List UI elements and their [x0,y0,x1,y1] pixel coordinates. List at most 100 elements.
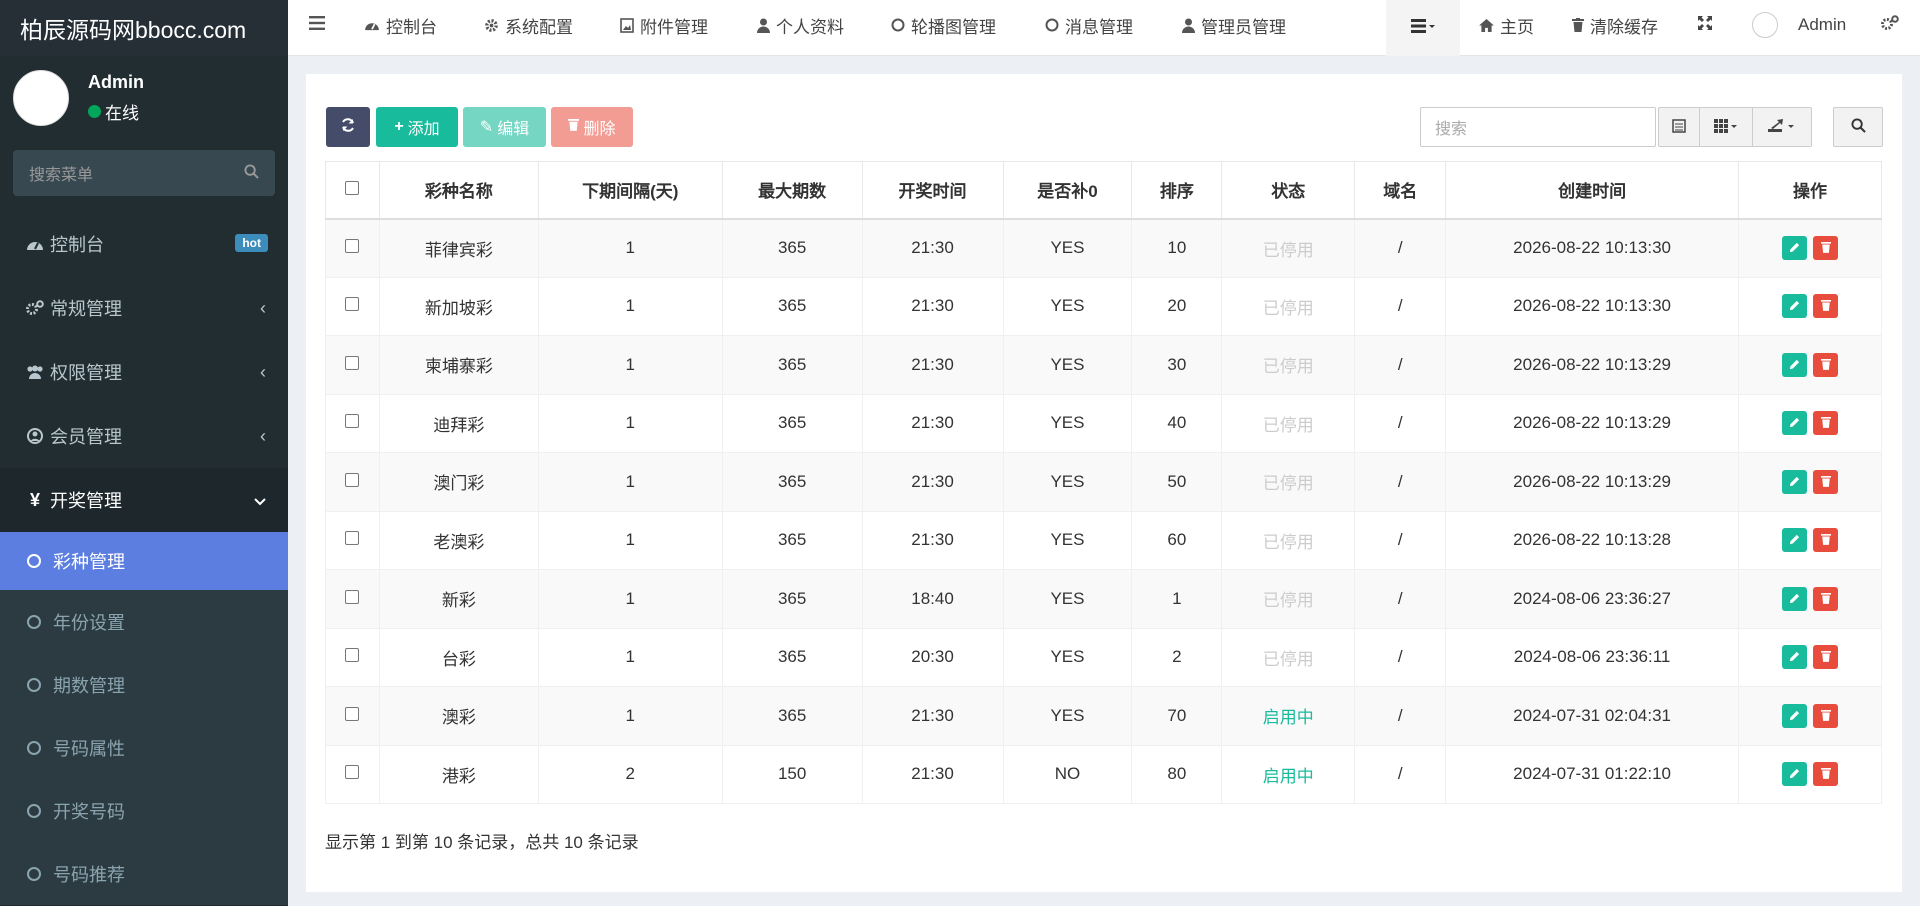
topnav-item-carousel[interactable]: 轮播图管理 [891,0,996,50]
cell-status[interactable]: 已停用 [1221,335,1356,395]
row-checkbox[interactable] [345,239,360,253]
search-icon[interactable] [244,164,259,184]
row-edit-button[interactable] [1782,236,1807,260]
row-edit-button[interactable] [1782,645,1807,670]
sidebar-item-dashboard[interactable]: 控制台 hot [0,212,288,276]
cell-status[interactable]: 已停用 [1221,510,1356,570]
cell-sort: 10 [1131,218,1223,278]
cell-max: 365 [721,276,863,336]
row-edit-button[interactable] [1782,762,1807,787]
cell-status[interactable]: 已停用 [1221,393,1356,453]
toggle-view-button[interactable] [1658,107,1700,147]
menu-search-input[interactable]: 搜索菜单 [13,150,275,196]
fullscreen-button[interactable] [1698,0,1712,50]
row-delete-button[interactable] [1813,411,1838,436]
column-header[interactable]: 域名 [1354,161,1447,220]
cell-status[interactable]: 已停用 [1221,452,1356,512]
row-checkbox[interactable] [345,355,360,370]
refresh-button[interactable] [326,107,370,147]
column-header[interactable]: 开奖时间 [861,161,1004,220]
row-checkbox[interactable] [345,472,360,487]
column-header[interactable]: 下期间隔(天) [537,161,723,220]
topnav-item-admins[interactable]: 管理员管理 [1182,0,1286,50]
sidebar-item-general[interactable]: 常规管理 ‹ [0,276,288,340]
table-search-input[interactable]: 搜索 [1420,107,1656,147]
cell-status[interactable]: 已停用 [1221,569,1356,629]
column-header[interactable]: 彩种名称 [378,161,539,220]
edit-button[interactable]: ✎ 编辑 [463,107,546,147]
trash-icon [1820,472,1831,492]
cell-status[interactable]: 已停用 [1221,627,1356,687]
row-edit-button[interactable] [1782,528,1807,553]
row-checkbox[interactable] [345,414,360,429]
row-edit-button[interactable] [1782,294,1807,319]
table-row: 菲律宾彩 1 365 21:30 YES 10 已停用/2026-08-22 10:13:3… [325,218,1882,278]
cell-domain: / [1354,744,1447,804]
sidebar-subitem-years[interactable]: 年份设置 [0,590,288,653]
sidebar-item-members[interactable]: 会员管理 ‹ [0,404,288,468]
row-delete-button[interactable] [1813,528,1838,553]
topnav-item-messages[interactable]: 消息管理 [1045,0,1133,50]
sidebar-submenu: 彩种管理 年份设置 期数管理 号码属性 开奖号码 号码推荐 [0,532,288,905]
row-delete-button[interactable] [1813,352,1838,377]
row-delete-button[interactable] [1813,645,1838,670]
cell-status[interactable]: 启用中 [1221,686,1356,746]
export-dropdown[interactable] [1752,107,1812,147]
cell-interval: 1 [537,393,723,453]
topnav-home-link[interactable]: 主页 [1479,0,1534,50]
list-icon [1411,18,1435,38]
clear-cache-button[interactable]: 清除缓存 [1572,0,1658,50]
row-checkbox[interactable] [345,589,360,604]
sidebar-item-permissions[interactable]: 权限管理 ‹ [0,340,288,404]
row-delete-button[interactable] [1813,236,1838,260]
row-delete-button[interactable] [1813,762,1838,787]
row-checkbox[interactable] [345,765,360,780]
row-edit-button[interactable] [1782,469,1807,494]
sidebar-subitem-number-attrs[interactable]: 号码属性 [0,716,288,779]
cell-status[interactable]: 已停用 [1221,218,1356,278]
sidebar-subitem-draw-numbers[interactable]: 开奖号码 [0,779,288,842]
sidebar-subitem-periods[interactable]: 期数管理 [0,653,288,716]
column-header[interactable]: 是否补0 [1002,161,1133,220]
top-navbar: 控制台 系统配置 附件管理 个人资料 轮播图管理 消息管理 管理员管理 主页 清… [288,0,1920,56]
sidebar-item-label: 权限管理 [50,363,122,383]
sidebar-subitem-lottery-types[interactable]: 彩种管理 [0,532,288,590]
row-delete-button[interactable] [1813,586,1838,611]
sidebar-subitem-recommend[interactable]: 号码推荐 [0,842,288,905]
row-actions [1738,276,1882,336]
topnav-item-dashboard[interactable]: 控制台 [364,0,437,50]
settings-button[interactable] [1881,0,1899,50]
column-header[interactable]: 排序 [1131,161,1223,220]
admin-user-menu[interactable]: Admin [1752,0,1846,50]
sidebar-toggle-button[interactable] [309,0,325,50]
row-edit-button[interactable] [1782,586,1807,611]
row-checkbox[interactable] [345,531,360,546]
row-checkbox[interactable] [345,706,360,721]
row-edit-button[interactable] [1782,703,1807,728]
search-button[interactable] [1833,107,1883,147]
site-logo[interactable]: 柏辰源码网bbocc.com [0,0,288,56]
row-select-cell [325,510,380,570]
add-button[interactable]: + 添加 [376,107,458,147]
topnav-item-system-config[interactable]: 系统配置 [484,0,573,50]
cell-status[interactable]: 已停用 [1221,276,1356,336]
topnav-item-profile[interactable]: 个人资料 [757,0,844,50]
row-checkbox[interactable] [345,297,360,312]
column-header[interactable]: 状态 [1221,161,1356,220]
row-delete-button[interactable] [1813,703,1838,728]
row-edit-button[interactable] [1782,411,1807,436]
column-header[interactable]: 最大期数 [721,161,863,220]
cogs-icon [1881,14,1899,36]
row-checkbox[interactable] [345,648,360,663]
topnav-item-attachments[interactable]: 附件管理 [620,0,708,50]
row-delete-button[interactable] [1813,294,1838,319]
column-header[interactable]: 创建时间 [1445,161,1739,220]
delete-button[interactable]: 删除 [551,107,633,147]
row-delete-button[interactable] [1813,469,1838,494]
sidebar-item-lottery[interactable]: ¥ 开奖管理 [0,468,288,532]
row-edit-button[interactable] [1782,352,1807,377]
select-all-checkbox[interactable] [345,180,360,195]
topnav-more-dropdown[interactable] [1386,0,1460,56]
cell-status[interactable]: 启用中 [1221,744,1356,804]
columns-dropdown[interactable] [1699,107,1753,147]
